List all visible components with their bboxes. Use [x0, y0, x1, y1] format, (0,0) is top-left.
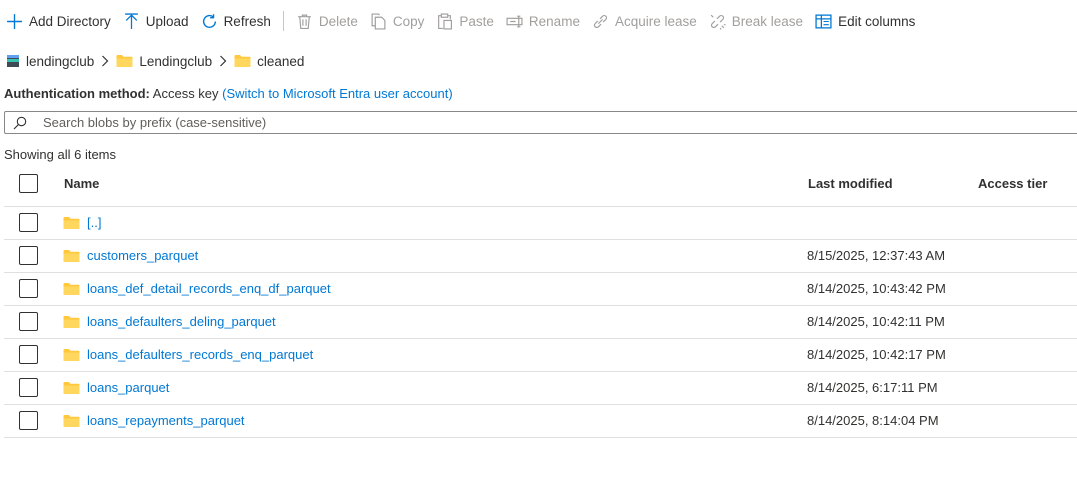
- paste-button[interactable]: Paste: [430, 0, 500, 42]
- edit-columns-button[interactable]: Edit columns: [809, 0, 921, 42]
- breadcrumb-account-label: lendingclub: [26, 53, 95, 69]
- switch-auth-link[interactable]: (Switch to Microsoft Entra user account): [222, 86, 452, 101]
- acquire-lease-label: Acquire lease: [614, 13, 697, 29]
- breadcrumb-container[interactable]: Lendingclub: [116, 54, 212, 69]
- last-modified-cell: 8/14/2025, 8:14:04 PM: [807, 413, 939, 428]
- folder-icon: [63, 348, 80, 361]
- last-modified-cell: 8/14/2025, 10:42:17 PM: [807, 347, 946, 362]
- refresh-icon: [202, 13, 216, 28]
- refresh-label: Refresh: [223, 13, 271, 29]
- refresh-button[interactable]: Refresh: [195, 0, 277, 42]
- delete-button[interactable]: Delete: [290, 0, 364, 42]
- column-header-access-tier[interactable]: Access tier: [978, 176, 1047, 191]
- link-icon: [593, 14, 607, 28]
- directory-link[interactable]: loans_def_detail_records_enq_df_parquet: [87, 281, 331, 296]
- trash-icon: [297, 14, 311, 29]
- copy-button[interactable]: Copy: [364, 0, 431, 42]
- table-row[interactable]: loans_defaulters_records_enq_parquet 8/1…: [4, 339, 1077, 372]
- row-checkbox[interactable]: [19, 213, 38, 232]
- upload-label: Upload: [145, 13, 189, 29]
- chevron-right-icon: [101, 55, 109, 67]
- folder-icon: [63, 282, 80, 295]
- breadcrumb-folder-label: cleaned: [257, 53, 305, 69]
- command-bar: Add Directory Upload Refresh Delete Copy…: [0, 0, 1077, 42]
- delete-label: Delete: [318, 13, 358, 29]
- column-header-name[interactable]: Name: [64, 176, 99, 191]
- paste-icon: [438, 12, 453, 30]
- copy-icon: [371, 12, 386, 30]
- last-modified-cell: 8/15/2025, 12:37:43 AM: [807, 248, 946, 263]
- storage-account-icon: [7, 55, 19, 67]
- upload-arrow-icon: [124, 12, 138, 29]
- directory-link[interactable]: loans_parquet: [87, 380, 169, 395]
- table-row[interactable]: loans_def_detail_records_enq_df_parquet …: [4, 273, 1077, 306]
- row-checkbox[interactable]: [19, 345, 38, 364]
- break-lease-button[interactable]: Break lease: [703, 0, 809, 42]
- rename-button[interactable]: Rename: [500, 0, 586, 42]
- search-icon: [13, 116, 27, 129]
- paste-label: Paste: [459, 13, 494, 29]
- breadcrumb-folder[interactable]: cleaned: [234, 54, 304, 69]
- last-modified-cell: 8/14/2025, 10:43:42 PM: [807, 281, 946, 296]
- auth-method-label: Authentication method:: [4, 86, 150, 101]
- table-row[interactable]: customers_parquet 8/15/2025, 12:37:43 AM: [4, 240, 1077, 273]
- row-checkbox[interactable]: [19, 378, 38, 397]
- folder-icon: [116, 55, 133, 67]
- folder-icon: [63, 381, 80, 394]
- break-lease-label: Break lease: [731, 13, 804, 29]
- columns-icon: [815, 13, 832, 29]
- authentication-method: Authentication method: Access key (Switc…: [4, 86, 453, 101]
- acquire-lease-button[interactable]: Acquire lease: [586, 0, 703, 42]
- table-row[interactable]: loans_parquet 8/14/2025, 6:17:11 PM: [4, 372, 1077, 405]
- add-directory-label: Add Directory: [29, 13, 111, 29]
- last-modified-cell: 8/14/2025, 10:42:11 PM: [807, 314, 945, 329]
- table-row[interactable]: loans_defaulters_deling_parquet 8/14/202…: [4, 306, 1077, 339]
- directory-link[interactable]: loans_defaulters_deling_parquet: [87, 314, 276, 329]
- search-box: [4, 111, 1077, 134]
- auth-method-value: Access key: [152, 86, 219, 101]
- folder-icon: [234, 55, 251, 67]
- directory-link[interactable]: loans_defaulters_records_enq_parquet: [87, 347, 313, 362]
- item-count: Showing all 6 items: [4, 147, 116, 162]
- add-directory-button[interactable]: Add Directory: [0, 0, 117, 42]
- broken-link-icon: [710, 14, 726, 29]
- upload-button[interactable]: Upload: [117, 0, 195, 42]
- folder-icon: [63, 249, 80, 262]
- select-all-checkbox[interactable]: [19, 174, 38, 193]
- breadcrumb-container-label: Lendingclub: [139, 53, 213, 69]
- rename-icon: [506, 15, 523, 27]
- directory-link[interactable]: loans_repayments_parquet: [87, 413, 245, 428]
- row-checkbox[interactable]: [19, 279, 38, 298]
- folder-icon: [63, 414, 80, 427]
- table-row[interactable]: [..]: [4, 207, 1077, 240]
- search-input[interactable]: [41, 114, 1077, 131]
- toolbar-divider: [282, 11, 284, 31]
- column-header-last-modified[interactable]: Last modified: [808, 176, 893, 191]
- last-modified-cell: 8/14/2025, 6:17:11 PM: [807, 380, 938, 395]
- copy-label: Copy: [392, 13, 425, 29]
- parent-directory-link[interactable]: [..]: [87, 215, 101, 230]
- directory-link[interactable]: customers_parquet: [87, 248, 198, 263]
- row-checkbox[interactable]: [19, 411, 38, 430]
- folder-icon: [63, 315, 80, 328]
- table-header: Name Last modified Access tier: [4, 166, 1077, 207]
- table-row[interactable]: loans_repayments_parquet 8/14/2025, 8:14…: [4, 405, 1077, 438]
- edit-columns-label: Edit columns: [838, 13, 916, 29]
- rename-label: Rename: [528, 13, 580, 29]
- breadcrumb: lendingclub Lendingclub cleaned: [6, 51, 304, 71]
- plus-icon: [7, 13, 22, 29]
- folder-icon: [63, 216, 80, 229]
- row-checkbox[interactable]: [19, 312, 38, 331]
- chevron-right-icon: [219, 55, 227, 67]
- breadcrumb-account[interactable]: lendingclub: [6, 53, 94, 69]
- blob-list: Name Last modified Access tier [..] cust…: [4, 166, 1077, 438]
- row-checkbox[interactable]: [19, 246, 38, 265]
